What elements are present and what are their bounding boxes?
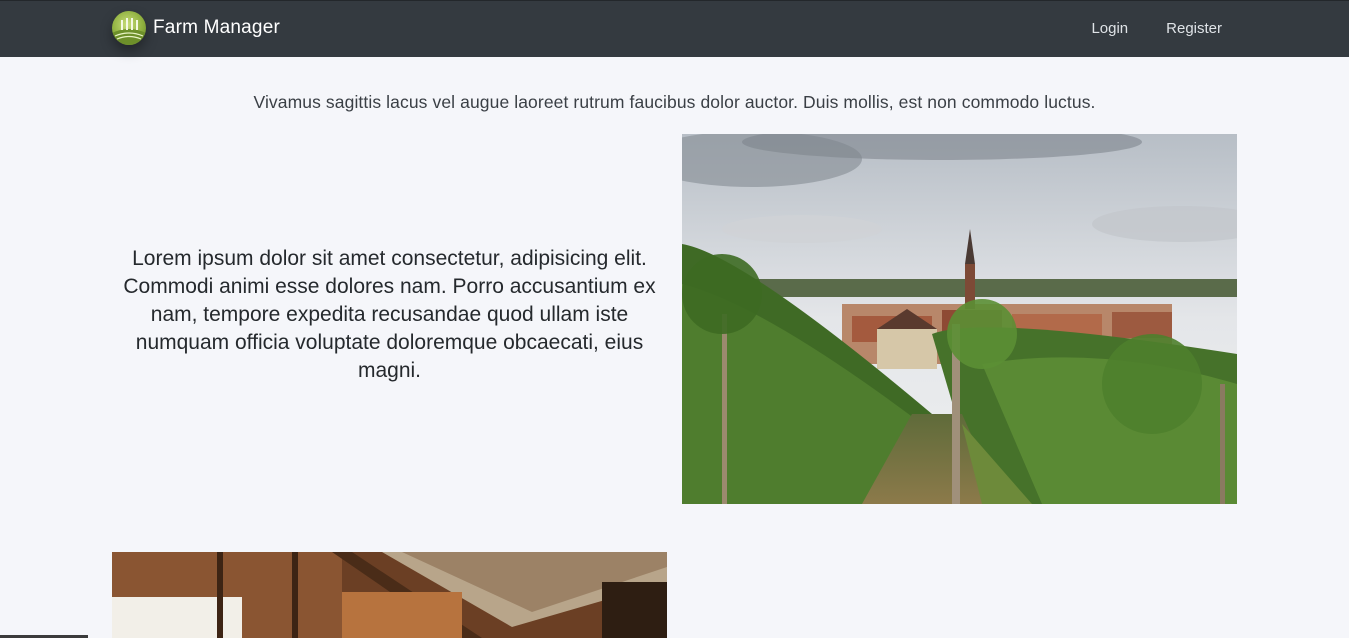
navbar: Farm Manager Login Register xyxy=(0,0,1349,57)
login-link[interactable]: Login xyxy=(1091,20,1128,37)
vineyard-village-photo xyxy=(682,134,1237,504)
barn-interior-photo xyxy=(112,552,667,638)
tagline: Vivamus sagittis lacus vel augue laoreet… xyxy=(253,92,1096,112)
farm-logo-icon xyxy=(112,11,146,45)
intro-text: Lorem ipsum dolor sit amet consectetur, … xyxy=(123,247,656,382)
brand-name: Farm Manager xyxy=(153,17,280,38)
nav-links: Login Register xyxy=(1053,20,1222,37)
register-link[interactable]: Register xyxy=(1166,20,1222,37)
brand-link[interactable]: Farm Manager xyxy=(112,11,280,45)
